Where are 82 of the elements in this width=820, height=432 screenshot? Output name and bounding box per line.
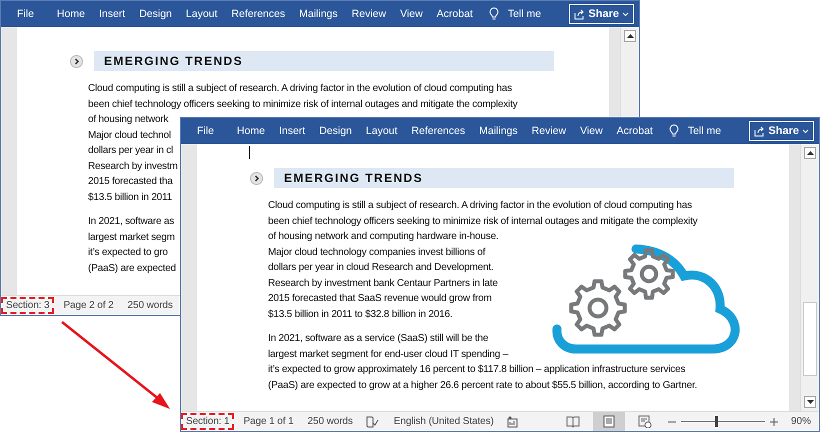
menu-tab[interactable]: Home [230, 122, 272, 140]
text-line: largest market segment for end-user cloud IT spending – [268, 348, 508, 362]
menu-tab[interactable]: Design [312, 122, 359, 140]
caret-icon [622, 12, 629, 16]
language-status[interactable]: English (United States) [388, 413, 499, 430]
menu-tab[interactable]: File [190, 122, 221, 140]
lightbulb-icon [488, 7, 499, 21]
share-icon [574, 8, 586, 20]
text-line: (PaaS) are expected [88, 262, 176, 276]
page-icon [602, 415, 616, 428]
up-arrow-icon [626, 34, 634, 38]
web-page-icon [638, 415, 652, 428]
menu-tab[interactable]: Mailings [472, 122, 525, 140]
menu-tab[interactable]: Acrobat [430, 5, 480, 23]
menu-tab[interactable]: Layout [358, 122, 404, 140]
text-line: of housing network and computing hardware in-house. [268, 230, 499, 244]
text-line: been chief technology officers seeking to minimize risk of internal outages and mitigate the complexity [88, 98, 518, 112]
scroll-down-button[interactable] [804, 396, 816, 408]
text-line: (PaaS) are expected to grow at a higher 26.6 percent rate to about $55.5 billion, according to Gartner. [268, 378, 698, 392]
chevron-icon[interactable] [250, 172, 263, 184]
scrollbar-thumb[interactable] [803, 302, 817, 376]
text-line: been chief technology officers seeking to minimize risk of internal outages and mitigate the complexity [268, 214, 698, 228]
text-line: largest market segm [88, 230, 175, 244]
section-heading: EMERGING TRENDS [94, 51, 554, 71]
status-text: Section: 1 [181, 413, 234, 430]
tell-me-button[interactable]: Tell me [486, 5, 544, 23]
text-line: In 2021, software as a service (SaaS) still will be the [268, 332, 488, 346]
status-text: Page 2 of 2 [62, 299, 115, 313]
text-line: Cloud computing is still a subject of research. A driving factor in the evolution of cloud computing has [268, 199, 692, 213]
proofing-icon[interactable] [366, 416, 379, 428]
down-arrow-icon [806, 400, 814, 404]
menu-tab[interactable]: Design [132, 5, 179, 23]
menu-tab[interactable]: Review [344, 5, 394, 23]
menu-tab[interactable]: Home [50, 5, 92, 23]
caret-icon [802, 128, 809, 134]
text-cursor [249, 146, 250, 159]
menu-tab[interactable]: Insert [92, 5, 132, 23]
text-line: it’s expected to gro [88, 246, 168, 260]
text-line: Major cloud technology companies invest billions of [268, 246, 486, 260]
tell-me-button[interactable]: Tell me [666, 122, 724, 140]
macro-icon[interactable] [506, 416, 518, 428]
menu-tab[interactable]: Mailings [292, 5, 345, 23]
scroll-up-button[interactable] [804, 147, 816, 159]
text-line: dollars per year in cloud Research and Development. [268, 261, 494, 275]
status-text: 250 words [126, 299, 174, 313]
status-text: Section: 3 [1, 297, 54, 314]
menu-tab[interactable]: References [224, 5, 292, 23]
plus-icon [770, 418, 778, 426]
menu-tab[interactable]: Acrobat [610, 122, 660, 140]
print-view-button[interactable] [592, 412, 625, 431]
text-line: it’s expected to grow approximately 16 percent to $117.8 billion – application infrastructure services [268, 363, 686, 377]
menu-tab[interactable]: References [404, 122, 472, 140]
text-line: $13.5 billion in 2011 [88, 190, 172, 204]
up-arrow-icon [806, 151, 814, 155]
text-line: $13.5 billion in 2011 to $32.8 billion in 2016. [268, 308, 452, 322]
text-line: of housing network [88, 113, 168, 127]
text-line: Research by investm [88, 160, 178, 174]
text-line: dollars per year in cl [88, 144, 174, 158]
text-line: Major cloud technol [88, 128, 171, 142]
slider-thumb[interactable] [715, 416, 718, 427]
share-button[interactable]: Share [749, 121, 814, 141]
share-button[interactable]: Share [569, 4, 634, 24]
chevron-icon[interactable] [70, 54, 83, 68]
menu-tab[interactable]: Review [524, 122, 574, 140]
menu-tab[interactable]: View [573, 122, 610, 140]
status-text: 250 words [306, 415, 354, 429]
text-line: In 2021, software as [88, 215, 174, 229]
zoom-level[interactable]: 90% [790, 416, 811, 427]
text-line: Research by investment bank Centaur Partners in late [268, 276, 498, 290]
menu-tab[interactable]: File [10, 5, 41, 23]
scroll-up-button[interactable] [624, 30, 636, 42]
book-icon [566, 415, 580, 428]
share-icon [754, 126, 766, 136]
section-heading: EMERGING TRENDS [274, 168, 734, 188]
menu-tab[interactable]: Insert [272, 122, 312, 140]
lightbulb-icon [668, 124, 679, 138]
menu-tab[interactable]: Layout [178, 5, 224, 23]
text-line: 2015 forecasted tha [88, 175, 173, 189]
menu-tab[interactable]: View [393, 5, 430, 23]
status-text: Page 1 of 1 [242, 415, 295, 429]
text-line: Cloud computing is still a subject of research. A driving factor in the evolution of cloud computing has [88, 82, 512, 96]
text-line: 2015 forecasted that SaaS revenue would grow from [268, 292, 492, 306]
